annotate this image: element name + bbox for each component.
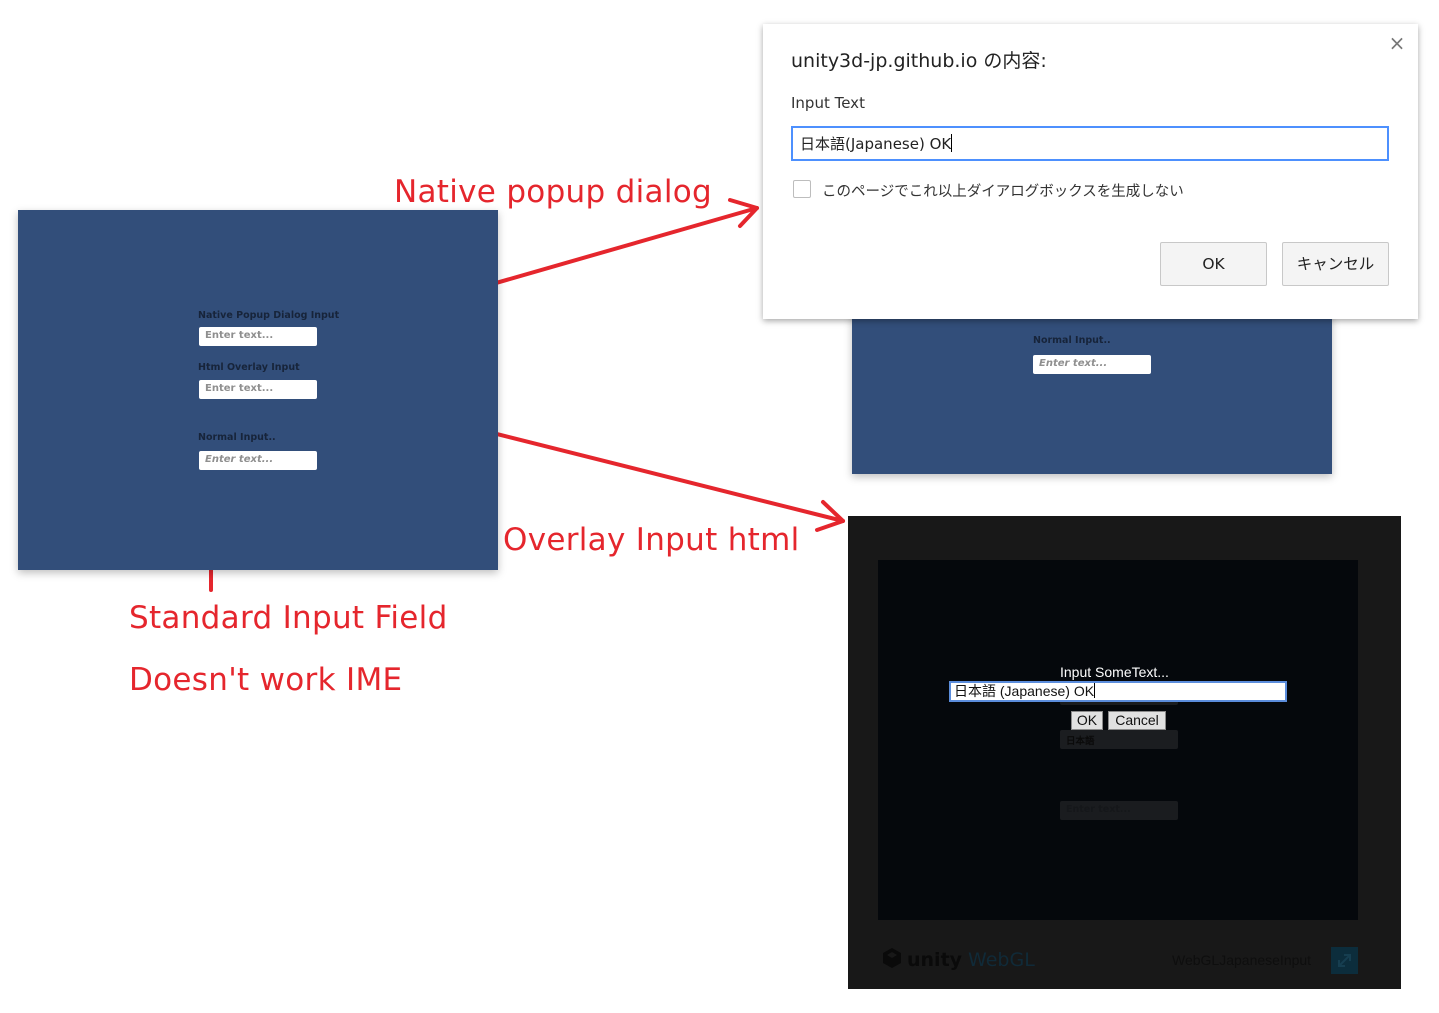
normal-input-label: Normal Input.. xyxy=(198,432,276,443)
overlay-title: Input SomeText... xyxy=(1060,664,1169,680)
unity-cube-icon xyxy=(883,948,901,968)
html-overlay-label: Html Overlay Input xyxy=(198,362,300,373)
dialog-ok-button[interactable]: OK xyxy=(1160,242,1267,286)
dim-normal-input: Enter text... xyxy=(1060,801,1178,820)
overlay-text-input[interactable]: 日本語 (Japanese) OK xyxy=(949,681,1287,702)
dialog-prompt: Input Text xyxy=(791,94,865,112)
fullscreen-icon[interactable] xyxy=(1331,947,1358,974)
suppress-dialogs-label: このページでこれ以上ダイアログボックスを生成しない xyxy=(822,184,1184,200)
unity-logo-icon: unity WebGL xyxy=(880,946,1035,971)
annotation-native: Native popup dialog xyxy=(394,174,712,210)
unity-canvas-left: Native Popup Dialog Input Enter text... … xyxy=(18,210,498,570)
build-name: WebGLJapaneseInput xyxy=(1172,952,1312,968)
dialog-text-input[interactable]: 日本語(Japanese) OK xyxy=(791,126,1389,161)
annotation-standard-1: Standard Input Field xyxy=(129,600,448,636)
text-caret xyxy=(1094,683,1096,698)
unity-canvas-dialog-bg: Normal Input.. Enter text... xyxy=(852,300,1332,474)
suppress-dialogs-checkbox[interactable] xyxy=(793,180,811,198)
text-caret xyxy=(951,134,953,152)
dim-native-input: 日本語 xyxy=(1060,730,1178,749)
native-popup-input[interactable]: Enter text... xyxy=(199,327,317,346)
native-popup-label: Native Popup Dialog Input xyxy=(198,310,340,321)
dialog-title: unity3d-jp.github.io の内容: xyxy=(791,50,1047,72)
close-icon[interactable]: × xyxy=(1386,32,1408,54)
native-dialog: unity3d-jp.github.io の内容: × Input Text 日… xyxy=(763,24,1418,319)
webgl-logo-text: WebGL xyxy=(968,949,1035,971)
bg-normal-label: Normal Input.. xyxy=(1033,335,1111,346)
overlay-input-value: 日本語 (Japanese) OK xyxy=(954,683,1095,699)
dialog-cancel-button[interactable]: キャンセル xyxy=(1282,242,1389,286)
normal-input[interactable]: Enter text... xyxy=(199,451,317,470)
annotation-overlay: Overlay Input html xyxy=(503,522,800,558)
overlay-cancel-button[interactable]: Cancel xyxy=(1108,711,1166,730)
bg-normal-input[interactable]: Enter text... xyxy=(1033,355,1151,374)
html-overlay-input[interactable]: Enter text... xyxy=(199,380,317,399)
fullscreen-arrow-icon xyxy=(1338,954,1351,967)
unity-logo-text: unity xyxy=(907,949,963,971)
dialog-input-value: 日本語(Japanese) OK xyxy=(800,135,952,153)
overlay-ok-button[interactable]: OK xyxy=(1071,711,1103,730)
unity-canvas-overlay: apanese) OK 日本語 Enter text... xyxy=(878,560,1358,920)
annotation-standard-2: Doesn't work IME xyxy=(129,662,403,698)
